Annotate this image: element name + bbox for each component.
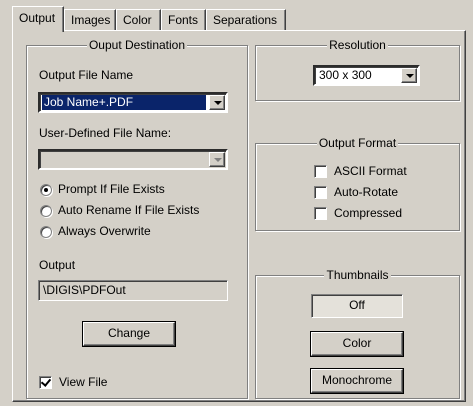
chevron-down-icon <box>406 74 414 78</box>
change-button[interactable]: Change <box>83 322 175 346</box>
thumbnails-monochrome-button[interactable]: Monochrome <box>311 369 403 393</box>
output-settings-dialog: Output Images Color Fonts Separations Ou… <box>0 0 473 406</box>
view-file-label: View File <box>59 375 108 389</box>
group-title: Resolution <box>327 38 388 52</box>
dropdown-button[interactable] <box>209 95 225 110</box>
tab-color[interactable]: Color <box>116 9 161 31</box>
thumbnails-off-button[interactable]: Off <box>311 294 403 318</box>
checkbox-label: ASCII Format <box>334 164 407 178</box>
chevron-down-icon <box>214 101 222 105</box>
group-title: Thumbnails <box>324 268 391 282</box>
tab-label: Fonts <box>168 13 199 27</box>
user-defined-file-name-label: User-Defined File Name: <box>39 126 172 140</box>
resolution-group: Resolution 300 x 300 <box>255 38 460 101</box>
tab-output[interactable]: Output <box>12 6 64 32</box>
tab-fonts[interactable]: Fonts <box>161 9 206 31</box>
tab-label: Color <box>123 13 152 27</box>
tab-images[interactable]: Images <box>64 9 116 31</box>
dropdown-button[interactable] <box>209 152 225 167</box>
tab-label: Separations <box>213 13 278 27</box>
output-format-group: Output Format ASCII Format Auto-Rotate C… <box>255 136 460 231</box>
checkbox-label: Compressed <box>334 206 403 220</box>
auto-rotate-checkbox[interactable] <box>314 186 327 199</box>
dropdown-button[interactable] <box>401 68 417 83</box>
output-path-field[interactable]: \DIGIS\PDFOut <box>38 280 228 301</box>
radio-auto-rename[interactable] <box>40 205 52 217</box>
combo-value <box>42 152 206 167</box>
ascii-format-checkbox[interactable] <box>314 165 327 178</box>
group-title: Output Format <box>316 136 399 150</box>
tab-label: Images <box>71 13 111 27</box>
tab-label: Output <box>19 11 56 25</box>
view-file-checkbox[interactable] <box>39 376 52 389</box>
tab-panel-output: Ouput Destination Output File Name Job N… <box>12 30 466 402</box>
radio-label: Always Overwrite <box>58 224 151 238</box>
thumbnails-group: Thumbnails Off Color Monochrome <box>255 268 460 399</box>
group-title: Ouput Destination <box>86 38 188 52</box>
output-path-label: Output <box>39 258 76 272</box>
combo-value: Job Name+.PDF <box>42 95 206 110</box>
combo-value: 300 x 300 <box>319 68 372 82</box>
tab-separations[interactable]: Separations <box>206 9 286 31</box>
output-file-name-label: Output File Name <box>39 68 134 82</box>
output-destination-group: Ouput Destination Output File Name Job N… <box>26 38 248 399</box>
resolution-combo[interactable]: 300 x 300 <box>313 65 420 86</box>
output-file-name-combo[interactable]: Job Name+.PDF <box>38 92 228 113</box>
radio-prompt-if-file-exists[interactable] <box>40 184 52 196</box>
thumbnails-color-button[interactable]: Color <box>311 332 403 356</box>
radio-always-overwrite[interactable] <box>40 226 52 238</box>
radio-label: Prompt If File Exists <box>58 182 165 196</box>
checkbox-label: Auto-Rotate <box>334 185 399 199</box>
chevron-down-icon <box>214 158 222 162</box>
user-defined-file-name-combo[interactable] <box>38 149 228 170</box>
compressed-checkbox[interactable] <box>314 207 327 220</box>
radio-label: Auto Rename If File Exists <box>58 203 200 217</box>
